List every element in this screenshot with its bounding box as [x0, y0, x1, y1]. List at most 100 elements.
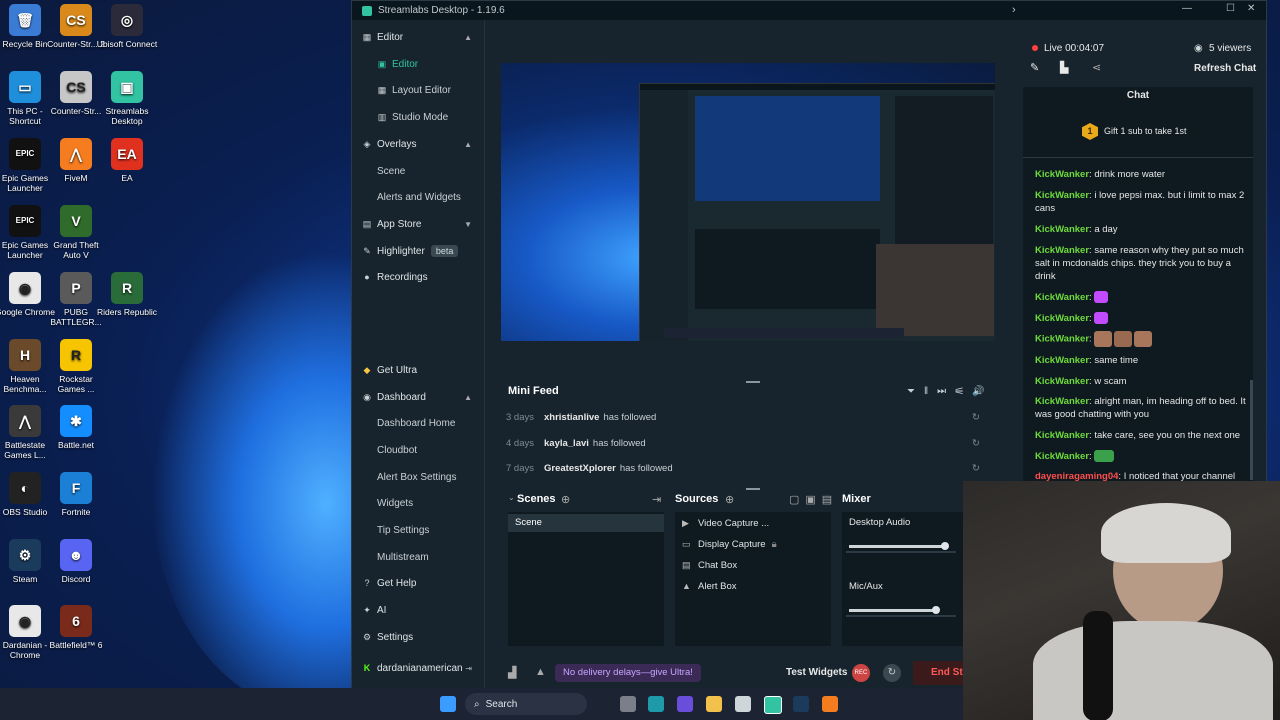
chat-username[interactable]: KickWanker [1035, 245, 1089, 256]
fortnite-shortcut[interactable]: F Fortnite [45, 472, 107, 517]
nav-app-store[interactable]: ▤ App Store ▼ [362, 215, 480, 233]
scene-transition-icon[interactable]: ⇥ [652, 493, 661, 506]
battlenet-shortcut[interactable]: ✱ Battle.net [45, 405, 107, 450]
discord-shortcut[interactable]: ☻ Discord [45, 539, 107, 584]
nav-alerts-widgets[interactable]: Alerts and Widgets [377, 188, 495, 206]
nav-studio-mode[interactable]: ▥ Studio Mode [377, 108, 495, 126]
mixer-channel-label: Mic/Aux [849, 581, 883, 592]
chat-username[interactable]: KickWanker [1035, 451, 1089, 462]
nav-tip-settings[interactable]: Tip Settings [377, 521, 495, 539]
source-item[interactable]: ▶ Video Capture ... [682, 515, 769, 531]
mic-aux-slider[interactable] [846, 603, 959, 617]
chat-username[interactable]: dayeniragaming04 [1035, 471, 1118, 481]
task-view-icon[interactable] [620, 696, 636, 712]
close-button[interactable]: ✕ [1247, 3, 1255, 14]
riders-republic-shortcut[interactable]: R Riders Republic [96, 272, 158, 317]
mini-feed-toolbar[interactable]: ⏷‖⏭⚟🔊 [907, 386, 994, 397]
fivem-taskbar-icon[interactable] [822, 696, 838, 712]
stats-icon[interactable]: ▟ [508, 666, 516, 679]
source-item[interactable]: ▭ Display Capture 🔒︎ [682, 536, 777, 552]
nav-editor-group[interactable]: ▦ Editor ▲ [362, 28, 480, 46]
rockstar-shortcut[interactable]: R Rockstar Games ... [45, 339, 107, 394]
chat-username[interactable]: KickWanker [1035, 355, 1089, 366]
battlefield-6-shortcut[interactable]: 6 Battlefield™ 6 [45, 605, 107, 650]
chat-username[interactable]: KickWanker [1035, 224, 1089, 235]
warning-icon[interactable]: ▲ [535, 666, 546, 678]
nav-cloudbot[interactable]: Cloudbot [377, 441, 495, 459]
minimize-button[interactable]: — [1182, 3, 1192, 14]
ea-shortcut[interactable]: EA EA [96, 138, 158, 183]
nav-settings[interactable]: ⚙ Settings [362, 628, 480, 646]
logout-icon[interactable]: ⇥ [465, 664, 472, 673]
replay-icon[interactable]: ↻ [972, 463, 980, 474]
nav-layout-editor[interactable]: ▦ Layout Editor [377, 81, 495, 99]
chat-username[interactable]: KickWanker [1035, 169, 1089, 180]
nav-recordings[interactable]: ● Recordings [362, 268, 480, 286]
source-item[interactable]: ▤ Chat Box [682, 557, 737, 573]
nav-label: Get Help [377, 577, 417, 589]
nav-widgets[interactable]: Widgets [377, 494, 495, 512]
nav-highlighter[interactable]: ✎ Highlighter beta [362, 242, 480, 260]
slider-knob[interactable] [941, 542, 949, 550]
nav-get-ultra[interactable]: ◆ Get Ultra [362, 361, 480, 379]
gta-v-shortcut[interactable]: V Grand Theft Auto V [45, 205, 107, 260]
chat-username[interactable]: KickWanker [1035, 376, 1089, 387]
streamlabs-desktop-shortcut[interactable]: ▣ Streamlabs Desktop [96, 71, 158, 126]
desktop-audio-slider[interactable] [846, 539, 959, 553]
chat-username[interactable]: KickWanker [1035, 292, 1089, 303]
source-item[interactable]: ▲ Alert Box [682, 578, 737, 594]
chevron-right-icon[interactable]: › [1012, 4, 1016, 16]
ubisoft-connect-shortcut[interactable]: ◎ Ubisoft Connect [96, 4, 158, 49]
streamlabs-taskbar-icon[interactable] [764, 696, 782, 714]
record-button[interactable]: REC [852, 664, 870, 682]
chat-username[interactable]: KickWanker [1035, 334, 1089, 345]
windows-start-icon[interactable] [440, 696, 456, 712]
copilot-icon[interactable] [677, 696, 693, 712]
chat-scrollbar[interactable] [1250, 380, 1253, 480]
edit-icon[interactable]: ✎ [1030, 61, 1039, 74]
nav-dashboard-home[interactable]: Dashboard Home [377, 414, 495, 432]
title-bar[interactable]: Streamlabs Desktop - 1.19.6 › — ☐ ✕ [352, 1, 1266, 20]
nav-editor[interactable]: ▣ Editor [377, 55, 495, 73]
taskbar-search[interactable]: ⌕ Search [465, 693, 587, 715]
mixer-channel-label: Desktop Audio [849, 517, 911, 528]
chat-username[interactable]: KickWanker [1035, 396, 1089, 407]
lock-icon[interactable]: 🔒︎ [772, 539, 777, 550]
add-scene-icon[interactable]: ⊕ [561, 493, 570, 506]
stream-preview[interactable] [501, 63, 995, 341]
edge-icon[interactable] [648, 696, 664, 712]
add-source-icon[interactable]: ⊕ [725, 493, 734, 506]
nav-get-help[interactable]: ? Get Help [362, 574, 480, 592]
replay-buffer-icon[interactable]: ↻ [883, 664, 901, 682]
resize-handle[interactable] [746, 488, 760, 490]
slider-knob[interactable] [932, 606, 940, 614]
gift-sub-prompt[interactable]: Gift 1 sub to take 1st [1104, 126, 1187, 136]
nav-dashboard[interactable]: ◉ Dashboard ▲ [362, 388, 480, 406]
rockstar-icon: R [60, 339, 92, 371]
user-account[interactable]: Kdardanianamerican ⇥ [362, 659, 480, 677]
resize-handle[interactable] [746, 381, 760, 383]
test-widgets-button[interactable]: Test Widgets [786, 667, 847, 678]
nav-multistream[interactable]: Multistream [377, 548, 495, 566]
nav-scene[interactable]: Scene [377, 162, 495, 180]
ultra-promo-banner[interactable]: No delivery delays—give Ultra! [555, 664, 701, 682]
nav-alert-box-settings[interactable]: Alert Box Settings [377, 468, 495, 486]
store-icon[interactable]: ▙ [1060, 61, 1068, 74]
replay-icon[interactable]: ↻ [972, 438, 980, 449]
store-icon[interactable] [735, 696, 751, 712]
scene-item[interactable]: Scene [508, 514, 664, 532]
chat-username[interactable]: KickWanker [1035, 190, 1089, 201]
maximize-button[interactable]: ☐ [1226, 3, 1235, 14]
file-explorer-icon[interactable] [706, 696, 722, 712]
source-tools-icon[interactable]: ▢▣▤ [789, 493, 838, 506]
refresh-chat-button[interactable]: Refresh Chat [1194, 63, 1256, 74]
chat-username[interactable]: KickWanker [1035, 313, 1089, 324]
chat-username[interactable]: KickWanker [1035, 430, 1089, 441]
chevron-down-icon[interactable]: ⌄ [508, 493, 515, 502]
nav-ai[interactable]: ✦ AI [362, 601, 480, 619]
nav-overlays[interactable]: ◈ Overlays ▲ [362, 135, 480, 153]
steam-taskbar-icon[interactable] [793, 696, 809, 712]
chat-text: drink more water [1094, 169, 1166, 180]
replay-icon[interactable]: ↻ [972, 412, 980, 423]
share-icon[interactable]: ⋖ [1092, 61, 1101, 74]
